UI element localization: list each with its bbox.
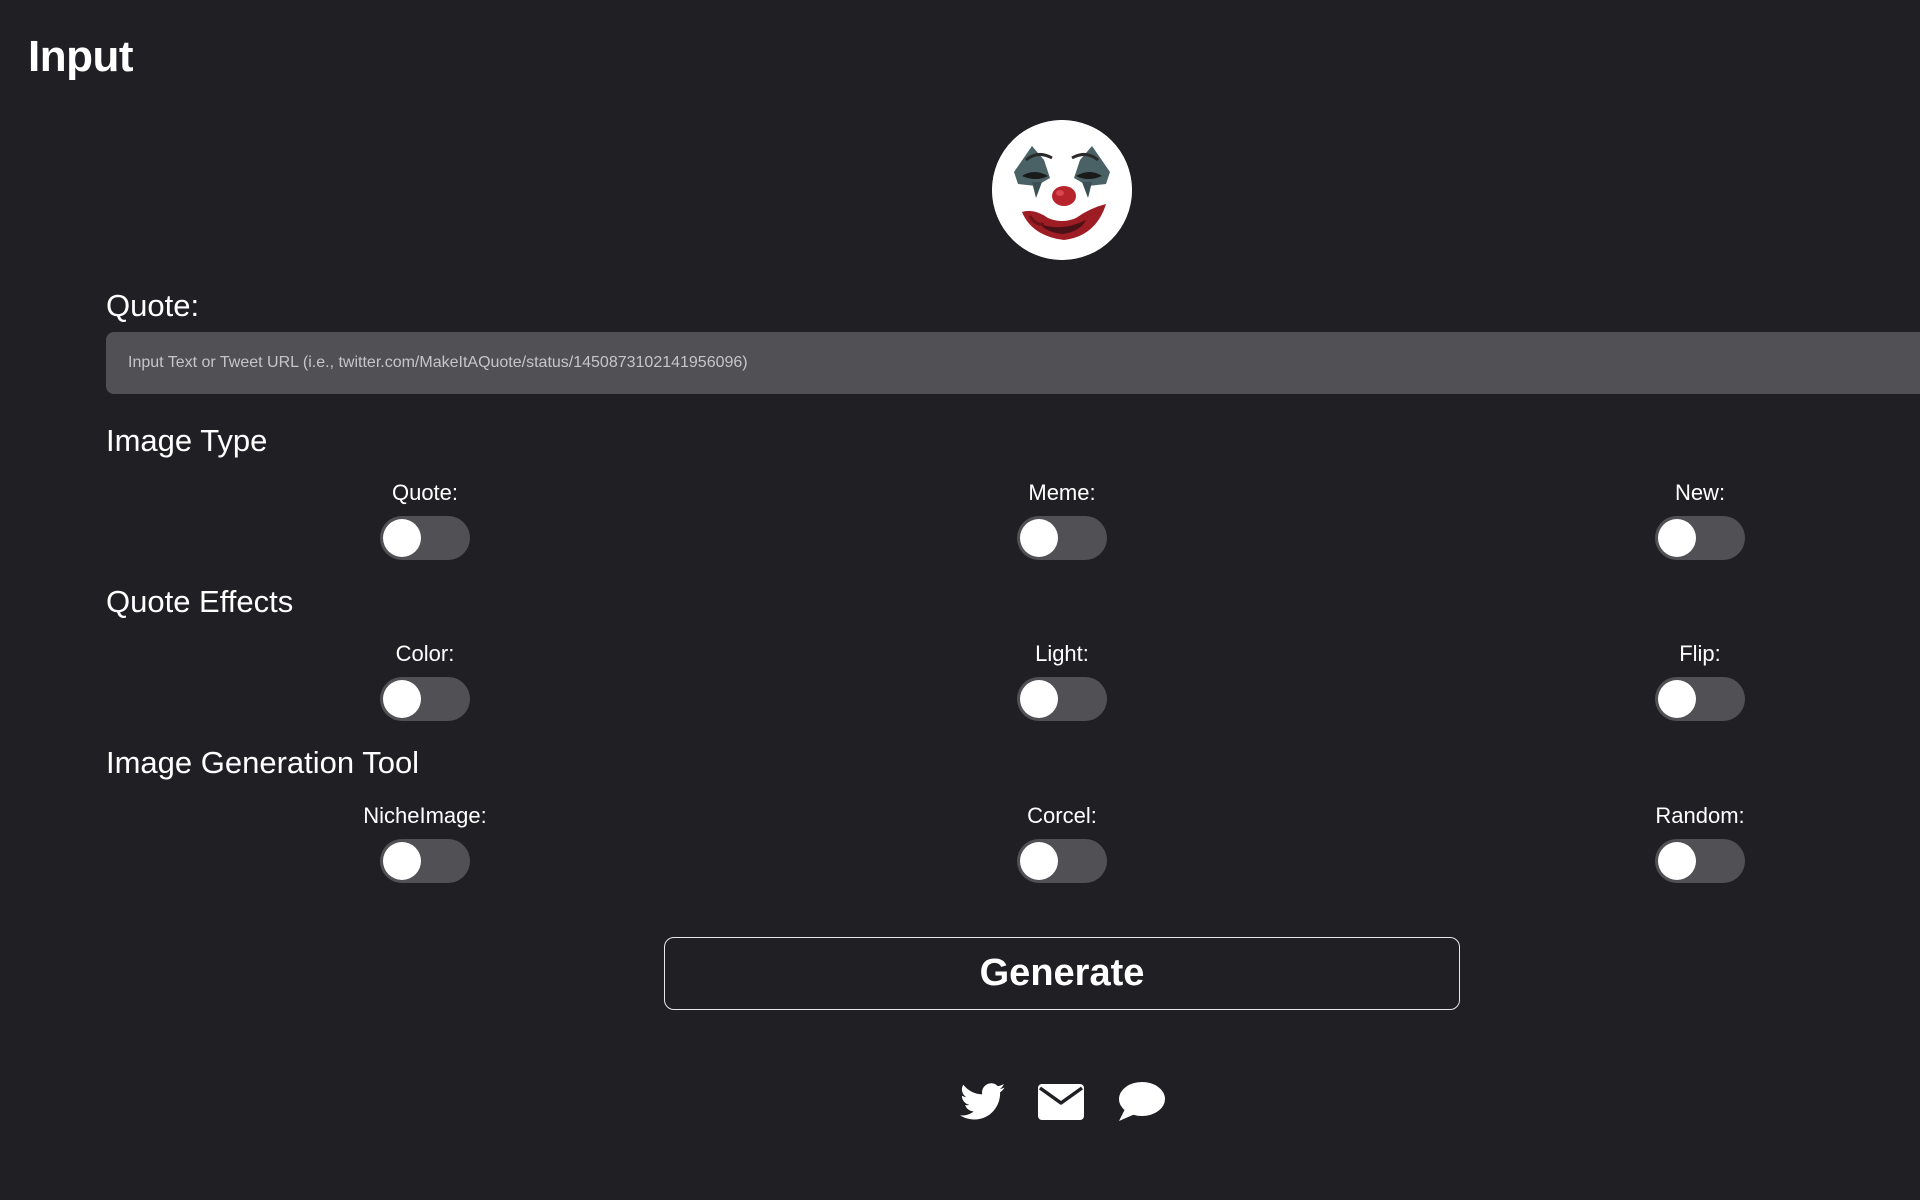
toggle-knob <box>1020 519 1058 557</box>
effect-color-toggle[interactable] <box>380 677 470 721</box>
toggle-group-image-type-quote: Quote: <box>305 480 545 565</box>
chat-bubble-icon <box>1119 1082 1165 1121</box>
quote-effects-heading: Quote Effects <box>106 584 294 619</box>
image-type-meme-toggle[interactable] <box>1017 516 1107 560</box>
image-type-quote-label: Quote: <box>391 480 459 505</box>
toggle-knob <box>1020 842 1058 880</box>
toggle-group-image-type-new: New: <box>1580 480 1820 565</box>
image-type-new-toggle[interactable] <box>1655 516 1745 560</box>
effect-flip-label: Flip: <box>1679 641 1721 666</box>
tool-corcel-toggle[interactable] <box>1017 839 1107 883</box>
toggle-group-tool-nicheimage: NicheImage: <box>305 803 545 888</box>
tool-nicheimage-toggle[interactable] <box>380 839 470 883</box>
quote-input[interactable] <box>106 332 1920 394</box>
tool-random-label: Random: <box>1655 803 1745 828</box>
joker-face-image <box>992 120 1132 260</box>
toggle-knob <box>383 519 421 557</box>
toggle-knob <box>1658 519 1696 557</box>
tool-random-toggle[interactable] <box>1655 839 1745 883</box>
tool-corcel-label: Corcel: <box>1027 803 1097 828</box>
toggle-knob <box>1658 680 1696 718</box>
chat-link[interactable] <box>1117 1080 1165 1124</box>
effect-flip-toggle[interactable] <box>1655 677 1745 721</box>
image-type-meme-label: Meme: <box>1028 480 1096 505</box>
generate-button[interactable]: Generate <box>664 937 1460 1010</box>
toggle-group-effect-flip: Flip: <box>1580 641 1820 726</box>
twitter-icon <box>960 1083 1006 1120</box>
page-title: Input <box>28 32 134 81</box>
toggle-group-image-type-meme: Meme: <box>942 480 1182 565</box>
toggle-knob <box>1020 680 1058 718</box>
toggle-knob <box>1658 842 1696 880</box>
image-type-heading: Image Type <box>106 423 268 458</box>
effect-light-toggle[interactable] <box>1017 677 1107 721</box>
toggle-group-effect-color: Color: <box>305 641 545 726</box>
twitter-link[interactable] <box>960 1080 1006 1124</box>
toggle-group-tool-corcel: Corcel: <box>942 803 1182 888</box>
toggle-knob <box>383 680 421 718</box>
email-link[interactable] <box>1038 1080 1084 1124</box>
input-page: Input Quote: Image Type Quote: <box>0 0 1920 1200</box>
effect-light-label: Light: <box>1035 641 1089 666</box>
image-type-quote-toggle[interactable] <box>380 516 470 560</box>
image-type-new-label: New: <box>1674 480 1726 505</box>
toggle-group-effect-light: Light: <box>942 641 1182 726</box>
toggle-group-tool-random: Random: <box>1580 803 1820 888</box>
envelope-icon <box>1038 1084 1084 1120</box>
tool-nicheimage-label: NicheImage: <box>363 803 487 828</box>
quote-label: Quote: <box>106 288 200 323</box>
generation-tool-heading: Image Generation Tool <box>106 745 420 780</box>
toggle-knob <box>383 842 421 880</box>
joker-avatar <box>992 120 1132 260</box>
effect-color-label: Color: <box>395 641 455 666</box>
